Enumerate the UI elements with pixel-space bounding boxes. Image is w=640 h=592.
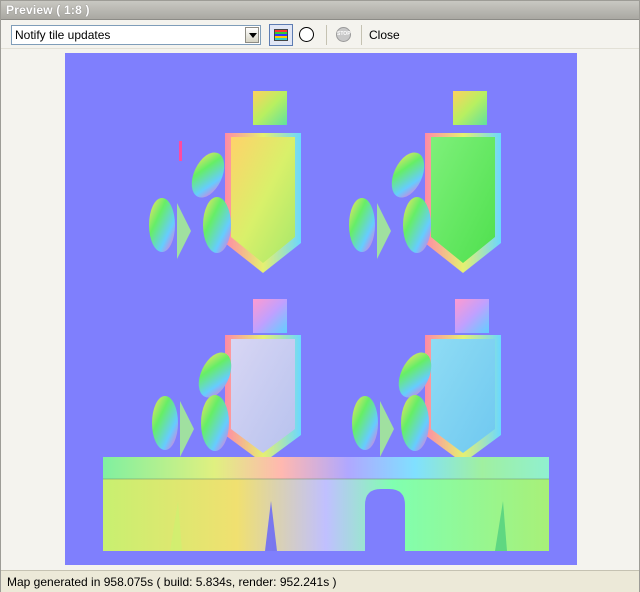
normal-map-icon: [274, 29, 288, 41]
preview-window: Preview ( 1:8 ) Notify tile updates STOP: [0, 0, 640, 592]
close-button[interactable]: Close: [369, 28, 400, 42]
dropdown-button[interactable]: [245, 27, 259, 43]
toolbar-separator: [326, 25, 327, 45]
sprite-group-bottom-right: [352, 299, 501, 463]
normal-map-button[interactable]: [269, 24, 293, 46]
status-bar: Map generated in 958.075s ( build: 5.834…: [1, 570, 639, 592]
toolbar-separator: [361, 25, 362, 45]
preview-viewport[interactable]: [2, 50, 639, 569]
toolbar: Notify tile updates STOP: [1, 21, 639, 49]
sprite-group-top-right: [349, 91, 501, 273]
normal-map-preview: [65, 53, 577, 565]
sphere-button[interactable]: [296, 24, 320, 46]
normal-map-image: [103, 91, 549, 551]
window-title: Preview ( 1:8 ): [6, 3, 90, 17]
chevron-down-icon: [249, 33, 257, 38]
status-message: Map generated in 958.075s ( build: 5.834…: [7, 575, 337, 589]
wall-strip: [103, 457, 549, 551]
stop-button[interactable]: STOP: [331, 24, 355, 46]
sphere-icon: [299, 27, 314, 42]
stop-icon: STOP: [336, 27, 351, 42]
title-bar[interactable]: Preview ( 1:8 ): [1, 1, 639, 20]
sprite-group-bottom-left: [152, 299, 301, 463]
mode-select-value: Notify tile updates: [15, 28, 111, 42]
sprite-group-top-left: [149, 91, 301, 273]
mode-select[interactable]: Notify tile updates: [11, 25, 261, 45]
